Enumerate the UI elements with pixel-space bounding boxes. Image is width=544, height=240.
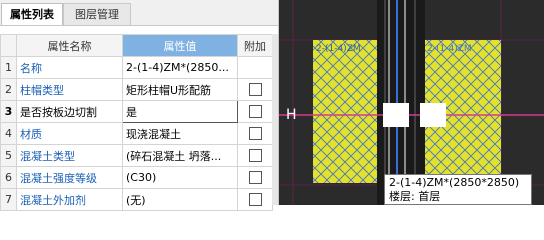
element-tooltip: 2-(1-4)ZM*(2850*2850) 楼层: 首层 [384,174,532,205]
column-section-right[interactable] [420,103,446,127]
property-name: 是否按板边切割 [16,100,123,123]
attach-checkbox[interactable] [248,83,262,97]
property-value-editor[interactable]: 是 [122,100,238,123]
property-name: 材质 [16,122,123,145]
column-section-left[interactable] [383,103,409,127]
property-name: 混凝土类型 [16,144,123,167]
table-header-row: 属性名称 属性值 附加 [0,34,273,57]
panel-tabs: 属性列表 图层管理 [0,0,278,26]
row-number: 7 [0,188,17,211]
property-value[interactable]: 2-(1-4)ZM*(2850... [122,56,238,79]
element-label: 2-(1-4)ZM [427,44,472,54]
table-row[interactable]: 2 柱帽类型 矩形柱帽U形配筋 [0,78,273,101]
row-number: 2 [0,78,17,101]
row-number: 3 [0,100,17,123]
axis-label: H [286,107,297,123]
attach-cell [237,78,273,101]
attach-cell [237,144,273,167]
table-row[interactable]: 4 材质 现浇混凝土 [0,122,273,145]
row-number: 1 [0,56,17,79]
element-label: 2-(1-4)ZM [316,44,361,54]
attach-checkbox[interactable] [248,127,262,141]
header-property-value[interactable]: 属性值 [122,34,238,57]
tab-property-list[interactable]: 属性列表 [1,3,63,25]
attach-cell [237,100,273,123]
attach-cell [237,56,273,79]
row-number: 4 [0,122,17,145]
property-panel: 属性列表 图层管理 属性名称 属性值 附加 1 名称 2-(1-4)ZM*(28… [0,0,279,211]
vertical-scrollbar[interactable] [272,34,278,205]
property-table: 属性名称 属性值 附加 1 名称 2-(1-4)ZM*(2850... 2 柱帽… [0,34,273,211]
property-name: 名称 [16,56,123,79]
header-property-name[interactable]: 属性名称 [16,34,123,57]
attach-cell [237,122,273,145]
property-value[interactable]: (碎石混凝土 坍落... [122,144,238,167]
tooltip-title: 2-(1-4)ZM*(2850*2850) [389,176,520,189]
attach-cell [237,166,273,189]
table-row[interactable]: 5 混凝土类型 (碎石混凝土 坍落... [0,144,273,167]
row-number: 5 [0,144,17,167]
property-value[interactable]: (C30) [122,166,238,189]
property-name: 混凝土强度等级 [16,166,123,189]
attach-checkbox[interactable] [248,149,262,163]
row-number: 6 [0,166,17,189]
table-row[interactable]: 1 名称 2-(1-4)ZM*(2850... [0,56,273,79]
property-value[interactable]: 现浇混凝土 [122,122,238,145]
table-row[interactable]: 6 混凝土强度等级 (C30) [0,166,273,189]
tab-layer-management[interactable]: 图层管理 [63,3,131,25]
tooltip-floor: 楼层: 首层 [389,190,441,203]
table-row-selected[interactable]: 3 是否按板边切割 是 [0,100,273,123]
attach-cell [237,188,273,211]
table-row[interactable]: 7 混凝土外加剂 (无) [0,188,273,211]
drawing-viewport[interactable]: H 2-(1-4)ZM 2-(1-4)ZM 2-(1-4)ZM*(2850*28… [279,0,544,205]
property-name: 柱帽类型 [16,78,123,101]
property-value[interactable]: (无) [122,188,238,211]
header-index [0,34,17,57]
property-value[interactable]: 矩形柱帽U形配筋 [122,78,238,101]
attach-checkbox[interactable] [248,193,262,207]
property-name: 混凝土外加剂 [16,188,123,211]
attach-checkbox[interactable] [248,105,262,119]
attach-checkbox[interactable] [248,171,262,185]
header-attach[interactable]: 附加 [237,34,273,57]
